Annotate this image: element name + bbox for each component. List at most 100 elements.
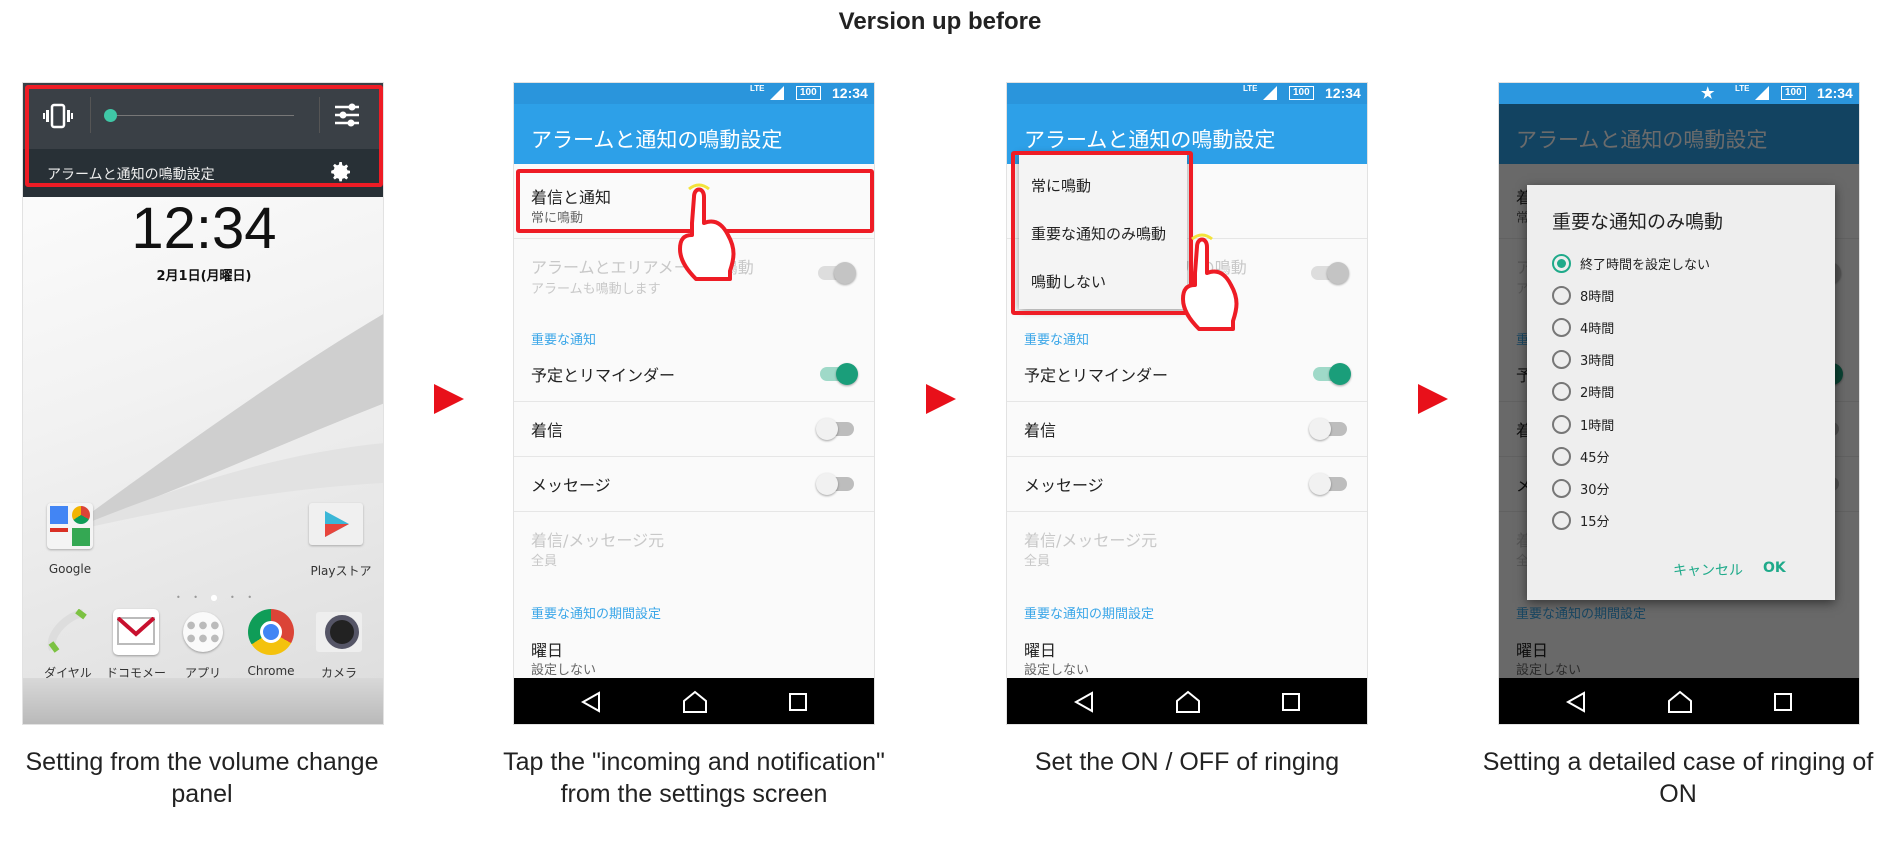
back-icon[interactable] [579,690,603,714]
section-header: 重要な通知 [1024,333,1090,348]
nav-bar [23,678,383,724]
network-type: LTE [1735,84,1750,93]
network-type: LTE [750,84,765,93]
signal-icon [1755,86,1769,100]
row-title: 曜日 [1024,641,1057,660]
step-caption: Setting from the volume change panel [25,748,379,808]
app-label: カメラ [320,666,357,680]
app-label: Google [48,562,92,576]
nav-bar [1499,678,1859,724]
row-title: 着信/メッセージ元 [1024,531,1158,550]
divider [1007,511,1367,512]
chrome-icon[interactable] [248,609,294,655]
section-header: 重要な通知の期間設定 [1024,607,1155,622]
app-label: Playストア [310,564,372,578]
radio-icon[interactable] [1552,511,1571,531]
camera-icon[interactable] [316,609,362,655]
radio-icon[interactable] [1552,478,1571,498]
divider [514,456,874,457]
radio-option[interactable]: 1時間 [1552,413,1614,435]
radio-option[interactable]: 45分 [1552,445,1610,467]
highlight-box [25,85,383,187]
radio-icon[interactable] [1552,382,1571,402]
play-store-icon[interactable] [309,503,363,545]
clock: 12:34 [131,196,277,261]
toggle-thumb [816,418,838,440]
toggle-thumb [816,473,838,495]
radio-option[interactable]: 2時間 [1552,381,1614,403]
toggle-row[interactable]: メッセージ [514,462,874,514]
section-header: 重要な通知 [531,333,597,348]
app-label: Chrome [247,664,295,678]
toggle-row[interactable]: 予定とリマインダー [514,352,874,404]
radio-icon[interactable] [1552,414,1571,434]
app-bar-title: アラームと通知の鳴動設定 [514,104,874,164]
toggle-switch[interactable] [820,363,858,385]
recents-icon[interactable] [1279,690,1303,714]
toggle-row[interactable]: 予定とリマインダー [1007,352,1367,404]
toggle-thumb [1329,363,1351,385]
toggle-switch[interactable] [816,473,854,495]
day-row[interactable]: 曜日設定しない [1007,631,1367,678]
mail-icon[interactable] [113,609,159,655]
arrow-right-icon [1418,384,1448,414]
arrow-right-icon [926,384,956,414]
toggle-row[interactable]: メッセージ [1007,462,1367,514]
radio-option[interactable]: 30分 [1552,477,1610,499]
recents-icon[interactable] [786,690,810,714]
arrow-right-icon [434,384,464,414]
radio-option[interactable]: 8時間 [1552,284,1614,306]
back-icon[interactable] [1072,690,1096,714]
radio-icon[interactable] [1552,350,1571,370]
step-caption: Setting a detailed case of ringing of ON [1482,748,1874,808]
phone-icon[interactable] [45,608,91,655]
home-icon[interactable] [1667,690,1693,714]
radio-option[interactable]: 15分 [1552,510,1610,532]
toggle-switch [1311,262,1349,284]
radio-option[interactable]: 4時間 [1552,316,1614,338]
home-icon[interactable] [682,690,708,714]
star-icon: ★ [1701,85,1715,102]
google-folder-icon[interactable] [47,503,93,549]
app-label: アプリ [184,666,221,680]
radio-icon[interactable] [1552,285,1571,305]
row-value: 設定しない [1024,663,1090,678]
recents-icon[interactable] [1771,690,1795,714]
apps-icon[interactable]: ● ● ● ● ● ● [180,609,226,655]
toggle-row[interactable]: 着信 [1007,407,1367,459]
signal-icon [1263,86,1277,100]
cancel-button[interactable]: キャンセル [1673,560,1743,580]
home-icon[interactable] [1175,690,1201,714]
app-label: ダイヤル [44,666,92,680]
toggle-switch[interactable] [1313,363,1351,385]
day-row[interactable]: 曜日設定しない [514,631,874,678]
date: 2月1日(月曜日) [156,269,252,284]
radio-selected-icon[interactable] [1552,253,1571,273]
option-label: 30分 [1580,482,1610,498]
toggle-row[interactable]: 着信 [514,407,874,459]
back-icon[interactable] [1564,690,1588,714]
section-header: 重要な通知の期間設定 [531,607,662,622]
divider [514,511,874,512]
option-label: 3時間 [1580,354,1615,370]
row-value: 全員 [531,554,558,569]
radio-icon[interactable] [1552,446,1571,466]
highlight-box [1011,151,1193,315]
battery-indicator: 100 [1289,86,1314,100]
option-label: 45分 [1580,450,1610,466]
row-subtitle: アラームも鳴動します [531,282,661,297]
toggle-switch[interactable] [1309,418,1347,440]
page-title: Version up before [838,8,1042,35]
toggle-switch[interactable] [816,418,854,440]
toggle-thumb [1309,418,1331,440]
radio-option[interactable]: 3時間 [1552,349,1614,371]
radio-option[interactable]: 終了時間を設定しない [1552,252,1710,274]
radio-icon[interactable] [1552,317,1571,337]
phone-home-screen: アラームと通知の鳴動設定 12:34 2月1日(月曜日) Google Play… [22,82,384,725]
row-title: 着信 [531,421,564,440]
status-time: 12:34 [1325,85,1361,101]
option-label: 4時間 [1580,321,1615,337]
ok-button[interactable]: OK [1763,560,1786,576]
status-time: 12:34 [1817,85,1853,101]
toggle-switch[interactable] [1309,473,1347,495]
